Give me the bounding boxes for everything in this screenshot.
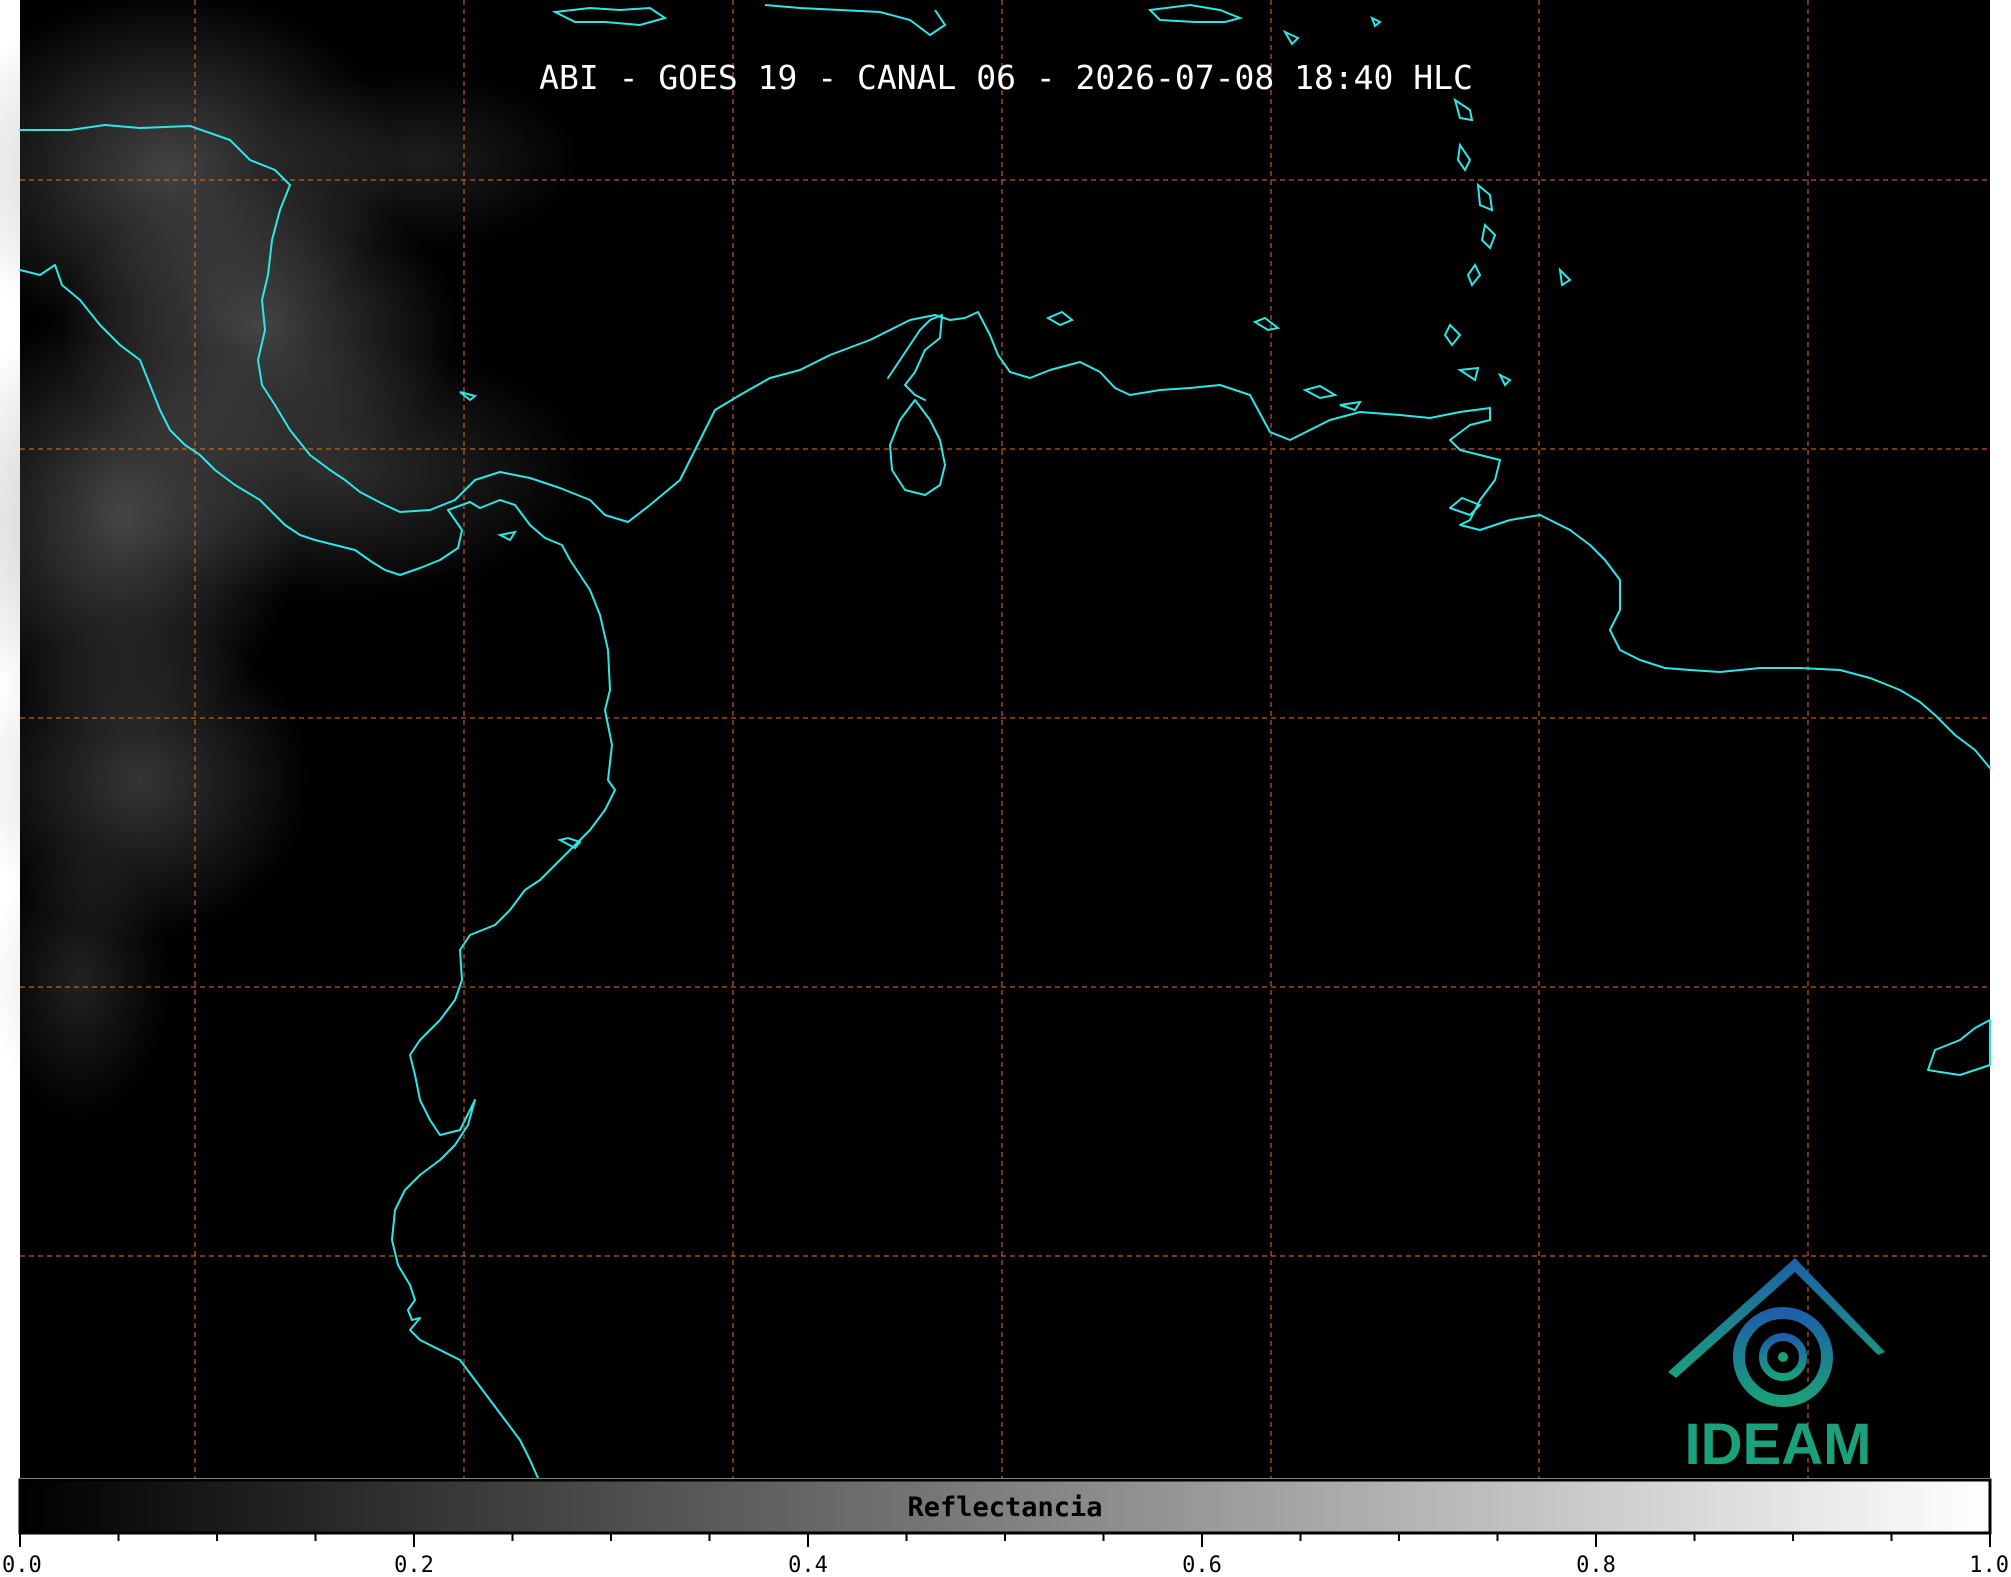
colorbar-tick-label: 0.0 — [2, 1553, 42, 1577]
colorbar-tick-label: 0.8 — [1576, 1553, 1616, 1577]
colorbar-tick-label: 0.4 — [788, 1553, 828, 1577]
ideam-logo-text: IDEAM — [1685, 1412, 1872, 1477]
map-title: ABI - GOES 19 - CANAL 06 - 2026-07-08 18… — [539, 58, 1473, 97]
colorbar-tick-label: 1.0 — [1969, 1553, 2009, 1577]
colorbar: Reflectancia 0.0 0.2 0.4 0.6 0.8 1.0 — [2, 1478, 2009, 1577]
colorbar-label: Reflectancia — [907, 1492, 1102, 1523]
colorbar-tick-label: 0.2 — [394, 1553, 434, 1577]
satellite-map-figure: ABI - GOES 19 - CANAL 06 - 2026-07-08 18… — [0, 0, 2009, 1577]
colorbar-tick-label: 0.6 — [1182, 1553, 1222, 1577]
colorbar-ticks: 0.0 0.2 0.4 0.6 0.8 1.0 — [2, 1533, 2009, 1577]
